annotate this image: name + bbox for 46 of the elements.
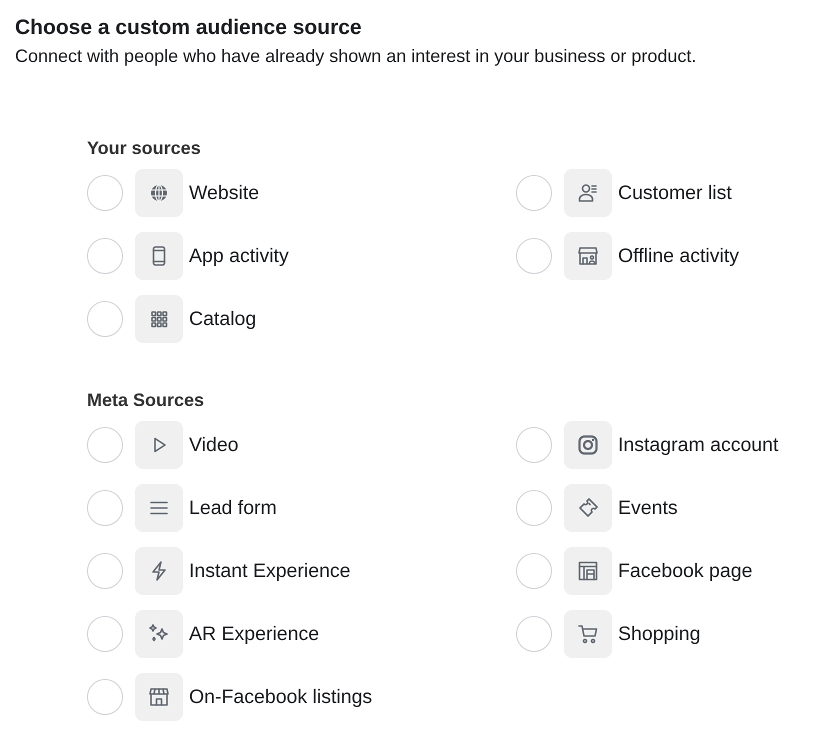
page-title: Choose a custom audience source: [15, 15, 363, 41]
option-label: App activity: [189, 244, 289, 268]
option-label: Offline activity: [618, 244, 740, 268]
option-label: AR Experience: [189, 622, 320, 646]
radio-button[interactable]: [516, 427, 552, 463]
radio-button[interactable]: [87, 238, 123, 274]
radio-button[interactable]: [87, 553, 123, 589]
radio-button[interactable]: [87, 427, 123, 463]
radio-button[interactable]: [516, 490, 552, 526]
globe-icon: [135, 169, 183, 217]
option-label: Video: [189, 433, 239, 457]
option-label: Shopping: [618, 622, 700, 646]
ticket-icon: [564, 484, 612, 532]
grid-icon: [135, 295, 183, 343]
radio-button[interactable]: [87, 175, 123, 211]
option-label: Website: [189, 181, 260, 205]
option-label: Instagram account: [618, 433, 778, 457]
person-icon: [564, 169, 612, 217]
page-icon: [564, 547, 612, 595]
radio-button[interactable]: [516, 238, 552, 274]
play-icon: [135, 421, 183, 469]
option-label: Events: [618, 496, 678, 520]
radio-button[interactable]: [516, 553, 552, 589]
radio-button[interactable]: [87, 490, 123, 526]
camera-icon: [564, 421, 612, 469]
phone-icon: [135, 232, 183, 280]
store-icon: [564, 232, 612, 280]
option-label: Facebook page: [618, 559, 752, 583]
section-heading: Meta Sources: [87, 389, 206, 412]
cart-icon: [564, 610, 612, 658]
option-label: Catalog: [189, 307, 256, 331]
lightning-icon: [135, 547, 183, 595]
lines-icon: [135, 484, 183, 532]
section-heading: Your sources: [87, 137, 202, 160]
radio-button[interactable]: [516, 616, 552, 652]
option-label: Customer list: [618, 181, 732, 205]
option-label: On-Facebook listings: [189, 685, 372, 709]
sparkles-icon: [135, 610, 183, 658]
option-label: Lead form: [189, 496, 277, 520]
radio-button[interactable]: [87, 616, 123, 652]
option-label: Instant Experience: [189, 559, 351, 583]
radio-button[interactable]: [87, 679, 123, 715]
radio-button[interactable]: [87, 301, 123, 337]
page-subtitle: Connect with people who have already shown an interest in your business or product.: [15, 45, 698, 68]
store-icon: [135, 673, 183, 721]
radio-button[interactable]: [516, 175, 552, 211]
